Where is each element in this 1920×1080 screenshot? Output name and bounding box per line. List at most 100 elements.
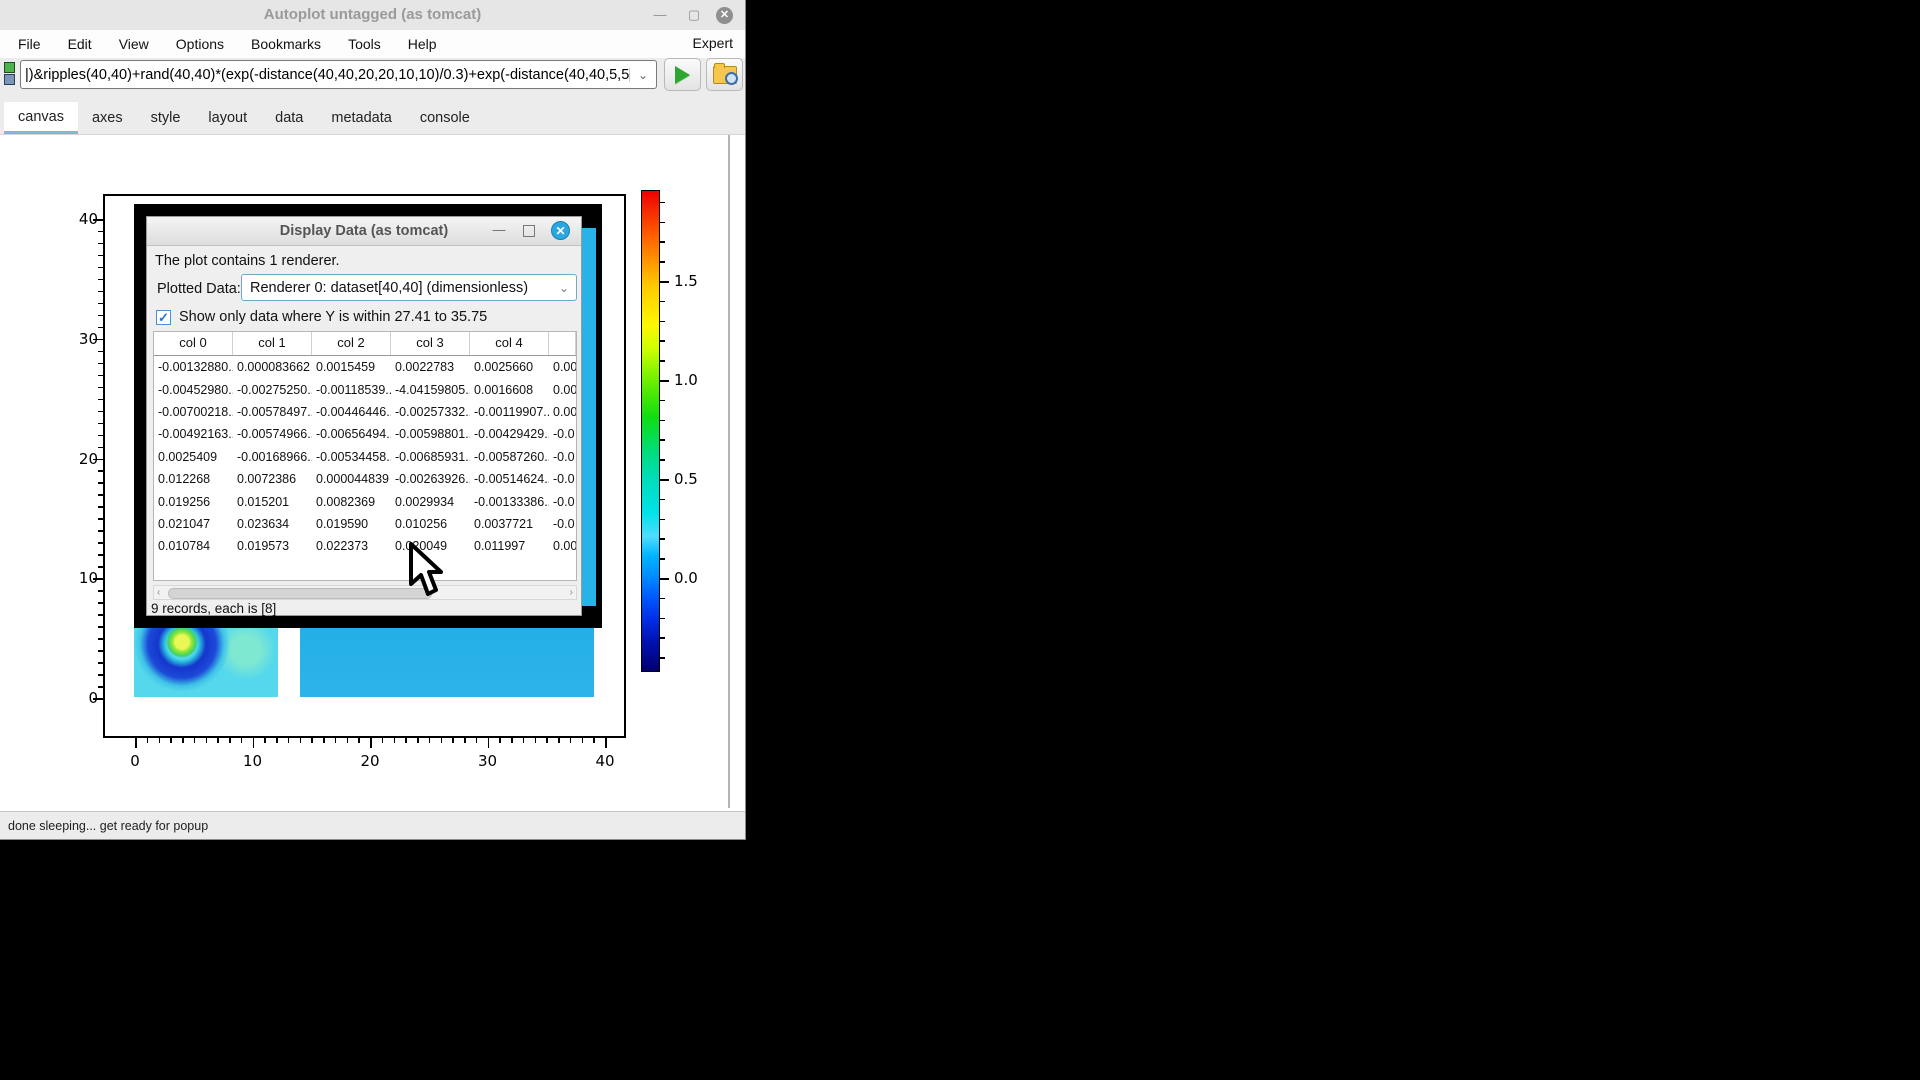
y-tick [98, 662, 103, 664]
table-header-cell[interactable]: col 0 [154, 332, 233, 355]
menu-item-bookmarks[interactable]: Bookmarks [251, 36, 321, 52]
window-close-icon[interactable]: ✕ [716, 7, 733, 24]
table-cell: 0.0025409 [154, 450, 233, 464]
table-header-cell[interactable]: col 2 [312, 332, 391, 355]
colorbar-tick [660, 657, 665, 659]
x-tick [276, 738, 278, 743]
dialog-close-icon[interactable]: ✕ [551, 221, 570, 240]
tab-console[interactable]: console [406, 102, 484, 134]
chevron-down-icon[interactable]: ⌄ [629, 68, 656, 82]
plotted-data-value: Renderer 0: dataset[40,40] (dimensionles… [242, 280, 552, 296]
menu-item-options[interactable]: Options [176, 36, 224, 52]
colorbar-tick [660, 439, 665, 441]
menu-item-help[interactable]: Help [408, 36, 437, 52]
table-cell: -0.00119907... [470, 405, 549, 419]
x-tick [358, 738, 360, 743]
data-table[interactable]: col 0col 1col 2col 3col 4 -0.00132880...… [153, 331, 577, 581]
table-row[interactable]: 0.0210470.0236340.0195900.0102560.003772… [154, 513, 576, 535]
colorbar-tick-label: 0.5 [674, 470, 698, 488]
colorbar-tick [660, 222, 665, 224]
table-cell: -0.0 [549, 427, 576, 441]
status-bar: done sleeping... get ready for popup [0, 811, 745, 839]
table-cell: -0.00685931... [391, 450, 470, 464]
tab-axes[interactable]: axes [78, 102, 137, 134]
table-row[interactable]: -0.00452980...-0.00275250...-0.00118539.… [154, 378, 576, 400]
window-titlebar[interactable]: Autoplot untagged (as tomcat) — ▢ ✕ [0, 0, 745, 30]
y-tick [98, 674, 103, 676]
table-cell: -0.00514624... [470, 472, 549, 486]
folder-search-icon [713, 66, 737, 84]
y-tick [98, 638, 103, 640]
table-cell: -0.00492163... [154, 427, 233, 441]
x-tick-label: 30 [476, 752, 500, 770]
tab-canvas[interactable]: canvas [4, 102, 78, 134]
x-tick [417, 738, 419, 743]
table-row[interactable]: -0.00132880...0.0000836620.00154590.0022… [154, 356, 576, 378]
table-cell: -0.00452980... [154, 383, 233, 397]
table-cell: -0.0 [549, 472, 576, 486]
colorbar-tick-label: 1.5 [674, 272, 698, 290]
menu-item-file[interactable]: File [18, 36, 41, 52]
inspect-uri-button[interactable] [706, 58, 743, 91]
table-cell: 0.021047 [154, 517, 233, 531]
x-tick [476, 738, 478, 743]
x-tick [394, 738, 396, 743]
colorbar-tick [660, 519, 665, 521]
expert-menu[interactable]: Expert [693, 35, 733, 51]
colorbar-tick [660, 598, 665, 600]
go-button[interactable] [664, 58, 701, 91]
table-row[interactable]: 0.0025409-0.00168966...-0.00534458...-0.… [154, 446, 576, 468]
table-row[interactable]: 0.0192560.0152010.00823690.0029934-0.001… [154, 490, 576, 512]
table-header-cell[interactable]: col 4 [470, 332, 549, 355]
y-tick [98, 470, 103, 472]
horizontal-scrollbar[interactable]: ‹ › [153, 585, 577, 600]
table-header-cell[interactable]: col 3 [391, 332, 470, 355]
plotted-data-combobox[interactable]: Renderer 0: dataset[40,40] (dimensionles… [241, 274, 577, 301]
x-tick-label: 0 [123, 752, 147, 770]
table-row[interactable]: -0.00492163...-0.00574966...-0.00656494.… [154, 423, 576, 445]
table-cell: 0.012268 [154, 472, 233, 486]
table-row[interactable]: 0.0122680.00723860.000044839-0.00263926.… [154, 468, 576, 490]
colorbar-tick [660, 578, 669, 580]
table-row[interactable]: 0.0107840.0195730.0223730.0200490.011997… [154, 535, 576, 557]
window-maximize-icon[interactable]: ▢ [686, 7, 702, 23]
filter-checkbox[interactable]: ✓ [156, 310, 171, 325]
dialog-titlebar[interactable]: Display Data (as tomcat) — ✕ [147, 217, 581, 246]
table-header-cell[interactable] [549, 332, 576, 355]
colorbar-tick [660, 340, 665, 342]
window-minimize-icon[interactable]: — [652, 7, 668, 23]
menu-item-view[interactable]: View [119, 36, 149, 52]
table-cell: 0.019256 [154, 495, 233, 509]
scroll-right-icon[interactable]: › [570, 587, 573, 598]
table-header-cell[interactable]: col 1 [233, 332, 312, 355]
uri-input[interactable]: |)&ripples(40,40)+rand(40,40)*(exp(-dist… [21, 67, 629, 83]
tab-data[interactable]: data [261, 102, 317, 134]
table-cell: -0.00656494... [312, 427, 391, 441]
dialog-minimize-icon[interactable]: — [491, 222, 507, 238]
uri-combobox[interactable]: |)&ripples(40,40)+rand(40,40)*(exp(-dist… [20, 60, 657, 89]
x-tick [194, 738, 196, 743]
table-row[interactable]: -0.00700218...-0.00578497...-0.00446446.… [154, 401, 576, 423]
table-cell: 0.0037721 [470, 517, 549, 531]
y-tick [98, 399, 103, 401]
colorbar-tick [660, 281, 669, 283]
colorbar-tick-label: 0.0 [674, 569, 698, 587]
table-cell: -4.04159805... [391, 383, 470, 397]
scrollbar-thumb[interactable] [168, 588, 432, 599]
y-tick-label: 40 [60, 210, 98, 228]
menu-item-tools[interactable]: Tools [348, 36, 381, 52]
y-tick [98, 327, 103, 329]
x-tick [523, 738, 525, 743]
table-cell: -0.00133386... [470, 495, 549, 509]
tab-layout[interactable]: layout [194, 102, 261, 134]
tab-style[interactable]: style [137, 102, 195, 134]
y-tick [98, 363, 103, 365]
y-tick [98, 447, 103, 449]
scroll-left-icon[interactable]: ‹ [157, 587, 160, 598]
x-tick [511, 738, 513, 743]
menu-item-edit[interactable]: Edit [68, 36, 92, 52]
tab-metadata[interactable]: metadata [317, 102, 405, 134]
dialog-maximize-icon[interactable] [523, 225, 535, 237]
x-tick [382, 738, 384, 743]
menu-bar: File Edit View Options Bookmarks Tools Help [0, 30, 745, 58]
